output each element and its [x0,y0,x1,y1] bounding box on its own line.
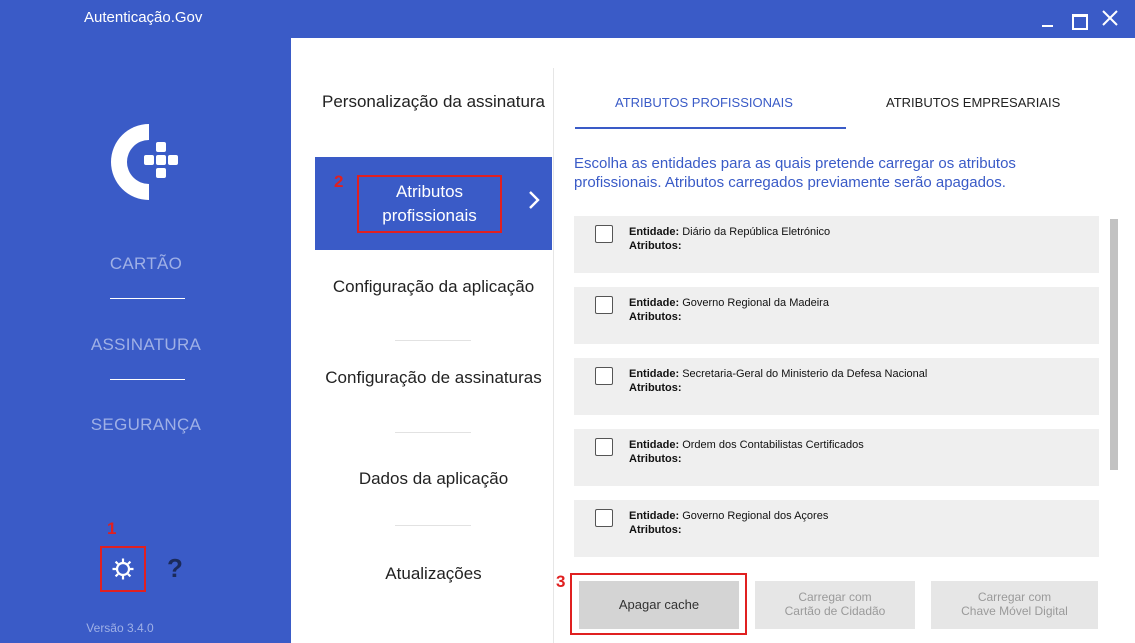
entity-label: Entidade: [629,297,680,309]
load-citizen-card-button[interactable]: Carregar com Cartão de Cidadão [755,581,915,629]
entity-label: Entidade: [629,439,680,451]
active-tab-indicator [575,127,846,129]
load-mobile-key-button[interactable]: Carregar com Chave Móvel Digital [931,581,1098,629]
menu-item-atributos-profissionais[interactable]: 2 Atributos profissionais [315,157,552,250]
attributes-label: Atributos: [629,382,682,394]
menu-divider [395,432,471,433]
chevron-right-icon [527,189,541,216]
entity-label: Entidade: [629,510,680,522]
annotation-number-2: 2 [334,172,344,191]
annotation-highlight-box [570,573,747,635]
tab-atributos-empresariais[interactable]: ATRIBUTOS EMPRESARIAIS [886,95,1060,110]
menu-divider [395,340,471,341]
entity-name: Governo Regional dos Açores [682,510,829,522]
tab-atributos-profissionais[interactable]: ATRIBUTOS PROFISSIONAIS [615,95,793,110]
vertical-separator [553,68,554,643]
menu-item-atualizacoes[interactable]: Atualizações [315,562,552,586]
title-bar: Autenticação.Gov [0,0,1135,38]
close-icon[interactable] [1097,4,1123,32]
gear-icon [111,557,135,586]
annotation-number-1: 1 [107,519,117,538]
attributes-label: Atributos: [629,311,682,323]
attributes-label: Atributos: [629,453,682,465]
instructions-text: Escolha as entidades para as quais prete… [574,155,1016,191]
sidebar-divider [110,379,185,380]
menu-item-dados-aplicacao[interactable]: Dados da aplicação [315,467,552,491]
scrollbar[interactable] [1110,219,1118,470]
sidebar-item-seguranca[interactable]: SEGURANÇA [62,415,230,435]
entity-name: Diário da República Eletrónico [682,226,831,238]
list-item: Entidade: Governo Regional da Madeira At… [574,287,1099,344]
help-icon[interactable]: ? [167,553,183,584]
list-item: Entidade: Secretaria-Geral do Ministerio… [574,358,1099,415]
minimize-icon[interactable] [1036,4,1062,32]
menu-item-configuracao-assinaturas[interactable]: Configuração de assinaturas [315,366,552,390]
entity-label: Entidade: [629,368,680,380]
menu-item-personalizacao[interactable]: Personalização da assinatura [315,90,552,114]
app-logo-icon [104,120,190,211]
version-label: Versão 3.4.0 [86,621,154,635]
sidebar-item-assinatura[interactable]: ASSINATURA [62,335,230,355]
entity-name: Secretaria-Geral do Ministerio da Defesa… [682,368,928,380]
list-item: Entidade: Ordem dos Contabilistas Certif… [574,429,1099,486]
list-item: Entidade: Governo Regional dos Açores At… [574,500,1099,557]
entity-checkbox[interactable] [595,438,613,456]
entity-checkbox[interactable] [595,225,613,243]
entity-list: Entidade: Diário da República Eletrónico… [574,216,1099,561]
settings-button[interactable] [100,546,146,592]
entity-checkbox[interactable] [595,367,613,385]
menu-divider [395,525,471,526]
entity-name: Ordem dos Contabilistas Certificados [682,439,864,451]
menu-item-label: Atributos profissionais [357,175,502,233]
sidebar-item-cartao[interactable]: CARTÃO [62,254,230,274]
entity-label: Entidade: [629,226,680,238]
attributes-label: Atributos: [629,524,682,536]
entity-name: Governo Regional da Madeira [682,297,829,309]
sidebar-divider [110,298,185,299]
maximize-icon[interactable] [1065,4,1091,32]
app-title: Autenticação.Gov [84,9,203,26]
entity-checkbox[interactable] [595,509,613,527]
entity-checkbox[interactable] [595,296,613,314]
annotation-number-3: 3 [556,572,566,591]
list-item: Entidade: Diário da República Eletrónico… [574,216,1099,273]
attributes-label: Atributos: [629,240,682,252]
menu-item-configuracao-aplicacao[interactable]: Configuração da aplicação [315,275,552,299]
